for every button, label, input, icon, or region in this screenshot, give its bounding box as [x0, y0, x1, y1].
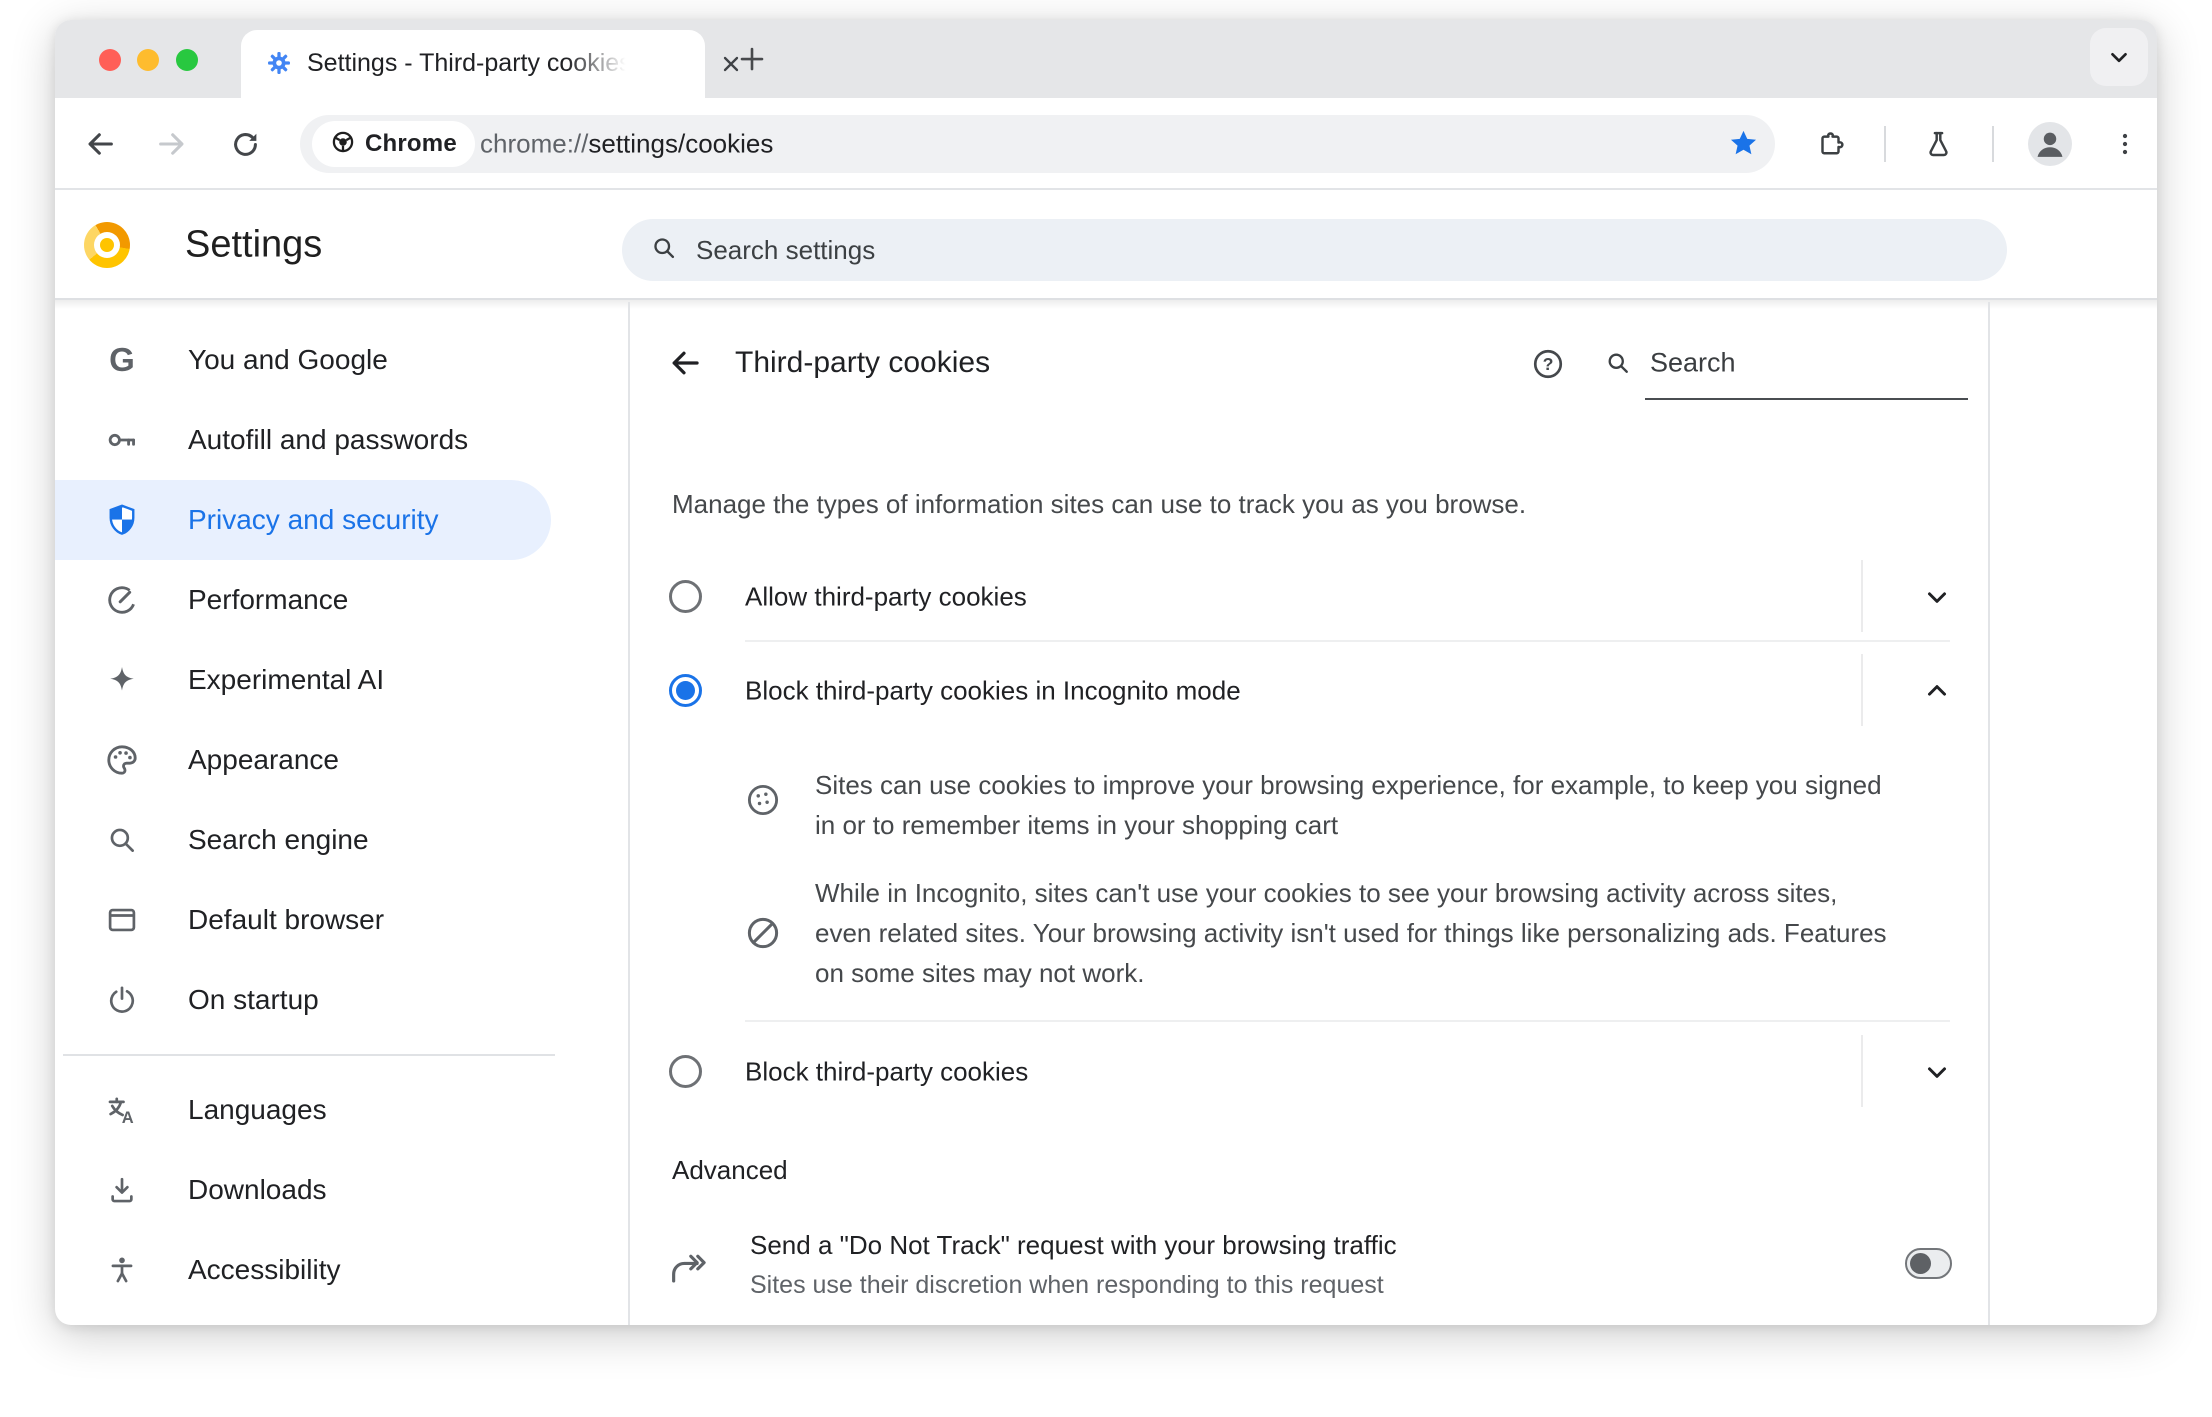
- cookie-detail-text: Sites can use cookies to improve your br…: [815, 770, 1882, 840]
- scroll-shadow: [55, 300, 2157, 309]
- chevron-down-icon[interactable]: [1915, 579, 1959, 615]
- row-divider: [745, 640, 1950, 642]
- toolbar-bottom-border: [55, 188, 2157, 190]
- forward-button[interactable]: [150, 122, 194, 166]
- content-right-border: [1988, 302, 1990, 1325]
- sidebar-item-autofill[interactable]: Autofill and passwords: [55, 400, 615, 480]
- sparkle-icon: [103, 661, 141, 699]
- tab-settings[interactable]: Settings - Third-party cookies: [241, 30, 739, 98]
- help-icon[interactable]: ?: [1530, 346, 1566, 382]
- dnt-toggle[interactable]: [1905, 1248, 1952, 1279]
- blocked-icon: [744, 914, 782, 957]
- screen: Settings - Third-party cookies Chrome ch…: [0, 0, 2212, 1417]
- translate-icon: A: [103, 1091, 141, 1129]
- content-left-border: [628, 302, 630, 1325]
- page-search-underline: [1645, 398, 1968, 400]
- chevron-up-icon[interactable]: [1915, 673, 1959, 709]
- chevron-down-icon[interactable]: [1915, 1054, 1959, 1090]
- palette-icon: [103, 741, 141, 779]
- url-text: chrome://settings/cookies: [480, 129, 773, 160]
- sidebar-item-languages[interactable]: A Languages: [55, 1070, 615, 1150]
- sidebar-item-you-and-google[interactable]: G You and Google: [55, 320, 615, 400]
- download-icon: [103, 1171, 141, 1209]
- close-window-button[interactable]: [99, 49, 121, 71]
- advanced-section-heading: Advanced: [672, 1155, 788, 1185]
- google-g-icon: G: [109, 341, 135, 378]
- row-divider: [745, 1020, 1950, 1022]
- toolbar-divider: [1884, 126, 1886, 162]
- settings-search-input[interactable]: [694, 233, 1698, 267]
- incognito-detail-text: While in Incognito, sites can't use your…: [815, 878, 1887, 988]
- option-label: Allow third-party cookies: [745, 581, 1027, 612]
- dnt-subtitle: Sites use their discretion when respondi…: [750, 1271, 1384, 1299]
- key-icon: [103, 421, 141, 459]
- svg-text:A: A: [122, 1109, 134, 1127]
- experiments-beaker-icon[interactable]: [1916, 122, 1960, 166]
- address-bar[interactable]: Chrome chrome://settings/cookies: [300, 115, 1775, 173]
- new-tab-button[interactable]: [731, 38, 773, 80]
- url-scheme: chrome://: [480, 128, 589, 159]
- page-search-input[interactable]: [1648, 346, 1952, 380]
- page-search-icon: [1604, 349, 1632, 382]
- page-intro-text: Manage the types of information sites ca…: [672, 489, 1527, 519]
- back-button[interactable]: [78, 122, 122, 166]
- search-icon: [650, 234, 678, 267]
- site-chip[interactable]: Chrome: [312, 121, 475, 167]
- sidebar-item-downloads[interactable]: Downloads: [55, 1150, 615, 1230]
- browser-window: Settings - Third-party cookies Chrome ch…: [55, 20, 2157, 1325]
- shield-icon: [103, 501, 141, 539]
- option-label: Block third-party cookies in Incognito m…: [745, 675, 1241, 706]
- browser-menu-icon[interactable]: [2103, 122, 2147, 166]
- sidebar-item-search-engine[interactable]: Search engine: [55, 800, 615, 880]
- settings-search-bar[interactable]: [622, 219, 2007, 281]
- dnt-toggle-knob: [1910, 1253, 1931, 1274]
- sidebar-divider: [63, 1054, 555, 1056]
- url-path: settings/cookies: [588, 128, 774, 159]
- page-search-field[interactable]: [1648, 346, 1952, 380]
- option-divider: [1861, 1035, 1863, 1107]
- magnifier-icon: [103, 821, 141, 859]
- reload-button[interactable]: [223, 122, 267, 166]
- option-divider: [1861, 560, 1863, 632]
- sidebar-item-default-browser[interactable]: Default browser: [55, 880, 615, 960]
- sidebar-item-performance[interactable]: Performance: [55, 560, 615, 640]
- tab-title: Settings - Third-party cookies: [307, 49, 632, 77]
- toolbar-divider: [1992, 126, 1994, 162]
- bookmark-star-icon[interactable]: [1728, 128, 1759, 164]
- chrome-logo-icon: [330, 129, 356, 160]
- tab-search-chevron-button[interactable]: [2090, 28, 2148, 86]
- dnt-title: Send a "Do Not Track" request with your …: [750, 1230, 1397, 1260]
- sidebar-item-appearance[interactable]: Appearance: [55, 720, 615, 800]
- profile-avatar[interactable]: [2028, 122, 2072, 166]
- power-icon: [103, 981, 141, 1019]
- accessibility-person-icon: [103, 1251, 141, 1289]
- site-chip-label: Chrome: [365, 130, 457, 157]
- cookie-icon: [744, 781, 782, 824]
- radio-block-third-party[interactable]: [669, 1055, 702, 1088]
- browser-window-icon: [103, 901, 141, 939]
- chrome-canary-logo: [84, 222, 130, 268]
- option-divider: [1861, 654, 1863, 726]
- extensions-icon[interactable]: [1808, 122, 1852, 166]
- svg-text:?: ?: [1543, 354, 1554, 374]
- option-label: Block third-party cookies: [745, 1056, 1029, 1087]
- settings-page-heading: Settings: [185, 223, 323, 266]
- sidebar-item-privacy-and-security[interactable]: Privacy and security: [55, 480, 615, 560]
- sidebar-item-experimental-ai[interactable]: Experimental AI: [55, 640, 615, 720]
- page-title: Third-party cookies: [735, 346, 991, 379]
- speedometer-icon: [103, 581, 141, 619]
- sidebar-item-accessibility[interactable]: Accessibility: [55, 1230, 615, 1310]
- page-back-button[interactable]: [662, 340, 708, 386]
- radio-allow-third-party[interactable]: [669, 580, 702, 613]
- minimize-window-button[interactable]: [137, 49, 159, 71]
- radio-block-incognito[interactable]: [669, 674, 702, 707]
- zoom-window-button[interactable]: [176, 49, 198, 71]
- sidebar-item-on-startup[interactable]: On startup: [55, 960, 615, 1040]
- settings-gear-favicon-icon: [265, 49, 293, 82]
- tab-strip: Settings - Third-party cookies: [55, 20, 2157, 98]
- do-not-track-icon: [667, 1247, 709, 1294]
